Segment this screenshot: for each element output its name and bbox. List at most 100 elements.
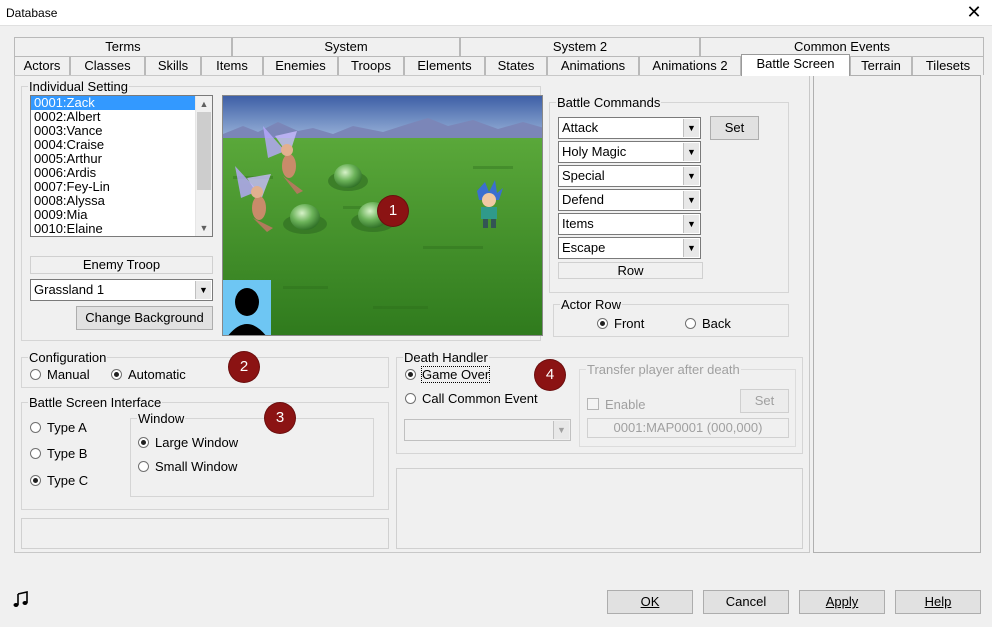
enemy-troop-value: Grassland 1 xyxy=(34,282,105,297)
tab-items[interactable]: Items xyxy=(201,56,263,75)
tab-troops[interactable]: Troops xyxy=(338,56,404,75)
scroll-down-icon[interactable]: ▼ xyxy=(196,220,212,236)
tab-terms[interactable]: Terms xyxy=(14,37,232,56)
ok-button[interactable]: OK xyxy=(607,590,693,614)
list-item[interactable]: 0003:Vance xyxy=(31,124,212,138)
tab-system[interactable]: System xyxy=(232,37,460,56)
common-event-select[interactable]: ▼ xyxy=(404,419,571,441)
command-select-2[interactable]: Holy Magic ▼ xyxy=(558,141,701,163)
command-select-3[interactable]: Special ▼ xyxy=(558,165,701,187)
enable-transfer-checkbox[interactable]: Enable xyxy=(587,397,645,413)
tab-label: Animations xyxy=(560,58,626,73)
checkbox-box xyxy=(587,398,599,410)
configuration-label: Configuration xyxy=(29,350,107,365)
tab-actors[interactable]: Actors xyxy=(14,56,70,75)
chevron-down-icon[interactable]: ▼ xyxy=(683,167,699,185)
command-select-6[interactable]: Escape ▼ xyxy=(558,237,701,259)
callout-badge-4: 4 xyxy=(535,360,565,390)
tab-label: System 2 xyxy=(552,39,608,54)
tab-animations[interactable]: Animations xyxy=(547,56,639,75)
large-window-radio[interactable]: Large Window xyxy=(138,435,238,451)
apply-button[interactable]: Apply xyxy=(799,590,885,614)
tab-system-2[interactable]: System 2 xyxy=(460,37,700,56)
radio-dot xyxy=(405,369,416,380)
command-value: Escape xyxy=(562,240,606,255)
row-header: Row xyxy=(558,262,703,279)
tab-label: Actors xyxy=(23,58,61,73)
command-select-1[interactable]: Attack ▼ xyxy=(558,117,701,139)
list-item[interactable]: 0002:Albert xyxy=(31,110,212,124)
game-over-radio[interactable]: Game Over xyxy=(405,366,491,383)
type-c-radio[interactable]: Type C xyxy=(30,473,88,489)
transfer-map-value: 0001:MAP0001 (000,000) xyxy=(587,418,789,438)
transfer-player-label: Transfer player after death xyxy=(587,362,740,377)
chevron-down-icon[interactable]: ▼ xyxy=(195,281,211,299)
transfer-set-button[interactable]: Set xyxy=(740,389,789,413)
list-item[interactable]: 0001:Zack xyxy=(31,96,196,110)
actor-row-back-radio[interactable]: Back xyxy=(685,316,731,332)
tab-label: Common Events xyxy=(793,39,891,54)
tab-terrain[interactable]: Terrain xyxy=(850,56,912,75)
radio-label: Small Window xyxy=(155,459,238,474)
scroll-up-icon[interactable]: ▲ xyxy=(196,96,212,112)
list-item[interactable]: 0008:Alyssa xyxy=(31,194,212,208)
command-value: Defend xyxy=(562,192,604,207)
call-common-event-radio[interactable]: Call Common Event xyxy=(405,391,538,407)
chevron-down-icon[interactable]: ▼ xyxy=(683,239,699,257)
scroll-thumb[interactable] xyxy=(197,112,211,190)
tab-battle-screen[interactable]: Battle Screen xyxy=(741,54,850,76)
radio-dot xyxy=(30,475,41,486)
small-window-radio[interactable]: Small Window xyxy=(138,459,237,475)
individual-setting-label: Individual Setting xyxy=(29,79,129,94)
configuration-manual-radio[interactable]: Manual xyxy=(30,367,90,383)
actor-row-front-radio[interactable]: Front xyxy=(597,316,644,332)
radio-label: Back xyxy=(702,316,731,331)
window-label: Window xyxy=(138,411,185,426)
checkbox-label: Enable xyxy=(605,397,646,412)
configuration-automatic-radio[interactable]: Automatic xyxy=(111,367,186,383)
list-item[interactable]: 0010:Elaine xyxy=(31,222,212,236)
change-background-button[interactable]: Change Background xyxy=(76,306,213,330)
chevron-down-icon[interactable]: ▼ xyxy=(683,215,699,233)
actor-listbox[interactable]: 0001:Zack 0002:Albert 0003:Vance 0004:Cr… xyxy=(30,95,213,237)
radio-dot xyxy=(30,422,41,433)
radio-label: Type B xyxy=(47,446,88,461)
tab-classes[interactable]: Classes xyxy=(70,56,145,75)
list-item[interactable]: 0006:Ardis xyxy=(31,166,212,180)
list-item[interactable]: 0007:Fey-Lin xyxy=(31,180,212,194)
tab-states[interactable]: States xyxy=(485,56,547,75)
tab-label: Tilesets xyxy=(925,58,971,73)
tab-enemies[interactable]: Enemies xyxy=(263,56,338,75)
list-item[interactable]: 0004:Craise xyxy=(31,138,212,152)
chevron-down-icon[interactable]: ▼ xyxy=(683,143,699,161)
tab-skills[interactable]: Skills xyxy=(145,56,201,75)
radio-dot xyxy=(138,437,149,448)
type-b-radio[interactable]: Type B xyxy=(30,446,87,462)
tab-elements[interactable]: Elements xyxy=(404,56,485,75)
enemy-troop-select[interactable]: Grassland 1 ▼ xyxy=(30,279,213,301)
radio-label: Game Over xyxy=(420,366,491,383)
list-item[interactable]: 0009:Mia xyxy=(31,208,212,222)
close-icon[interactable]: ✕ xyxy=(964,2,984,22)
chevron-down-icon[interactable]: ▼ xyxy=(683,119,699,137)
command-select-5[interactable]: Items ▼ xyxy=(558,213,701,235)
chevron-down-icon[interactable]: ▼ xyxy=(553,421,569,439)
tab-label: Elements xyxy=(417,58,472,73)
cancel-button[interactable]: Cancel xyxy=(703,590,789,614)
help-button[interactable]: Help xyxy=(895,590,981,614)
radio-dot xyxy=(597,318,608,329)
set-commands-button[interactable]: Set xyxy=(710,116,759,140)
list-scrollbar[interactable]: ▲ ▼ xyxy=(195,96,212,236)
tab-label: Skills xyxy=(157,58,189,73)
chevron-down-icon[interactable]: ▼ xyxy=(683,191,699,209)
list-item[interactable]: 0005:Arthur xyxy=(31,152,212,166)
music-note-icon[interactable] xyxy=(12,591,32,611)
command-select-4[interactable]: Defend ▼ xyxy=(558,189,701,211)
tab-animations-2[interactable]: Animations 2 xyxy=(639,56,741,75)
callout-badge-2: 2 xyxy=(229,352,259,382)
tab-label: Enemies xyxy=(275,58,326,73)
tab-tilesets[interactable]: Tilesets xyxy=(912,56,984,75)
tab-label: System xyxy=(324,39,368,54)
right-side-panel xyxy=(813,75,981,553)
type-a-radio[interactable]: Type A xyxy=(30,420,87,436)
